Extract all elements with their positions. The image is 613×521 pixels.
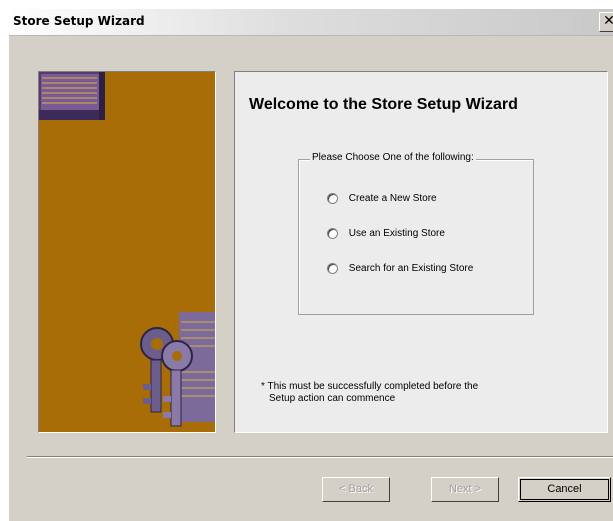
radio-button[interactable] [327,193,338,204]
footer-divider [27,456,613,458]
option-label: Search for an Existing Store [348,263,474,274]
welcome-panel: Welcome to the Store Setup Wizard Please… [234,71,608,433]
radio-button[interactable] [327,263,338,274]
cancel-button[interactable]: Cancel [518,477,611,502]
store-option-group: Please Choose One of the following: Crea… [298,152,534,315]
close-icon: ✕ [603,13,613,29]
page-title: Welcome to the Store Setup Wizard [249,96,518,113]
option-use-existing-store[interactable]: Use an Existing Store [327,228,445,244]
wizard-banner-image [38,71,216,433]
book-icon [39,72,105,120]
close-button[interactable]: ✕ [599,12,613,32]
group-label: Please Choose One of the following: [310,152,476,163]
option-search-existing-store[interactable]: Search for an Existing Store [327,263,473,279]
next-button[interactable]: Next > [431,477,499,502]
radio-button[interactable] [327,228,338,239]
window-title: Store Setup Wizard [13,14,145,28]
option-label: Create a New Store [348,193,437,204]
keys-icon [140,312,215,427]
back-button[interactable]: < Back [322,477,390,502]
wizard-window: Store Setup Wizard ✕ Welcome to the Stor… [8,8,613,521]
note-line-1: * This must be successfully completed be… [261,381,479,392]
setup-note: * This must be successfully completed be… [261,381,581,405]
title-bar[interactable]: Store Setup Wizard ✕ [9,9,613,36]
option-label: Use an Existing Store [348,228,445,239]
banner-artwork [39,72,215,427]
option-create-new-store[interactable]: Create a New Store [327,193,437,209]
note-line-2: Setup action can commence [269,393,396,404]
